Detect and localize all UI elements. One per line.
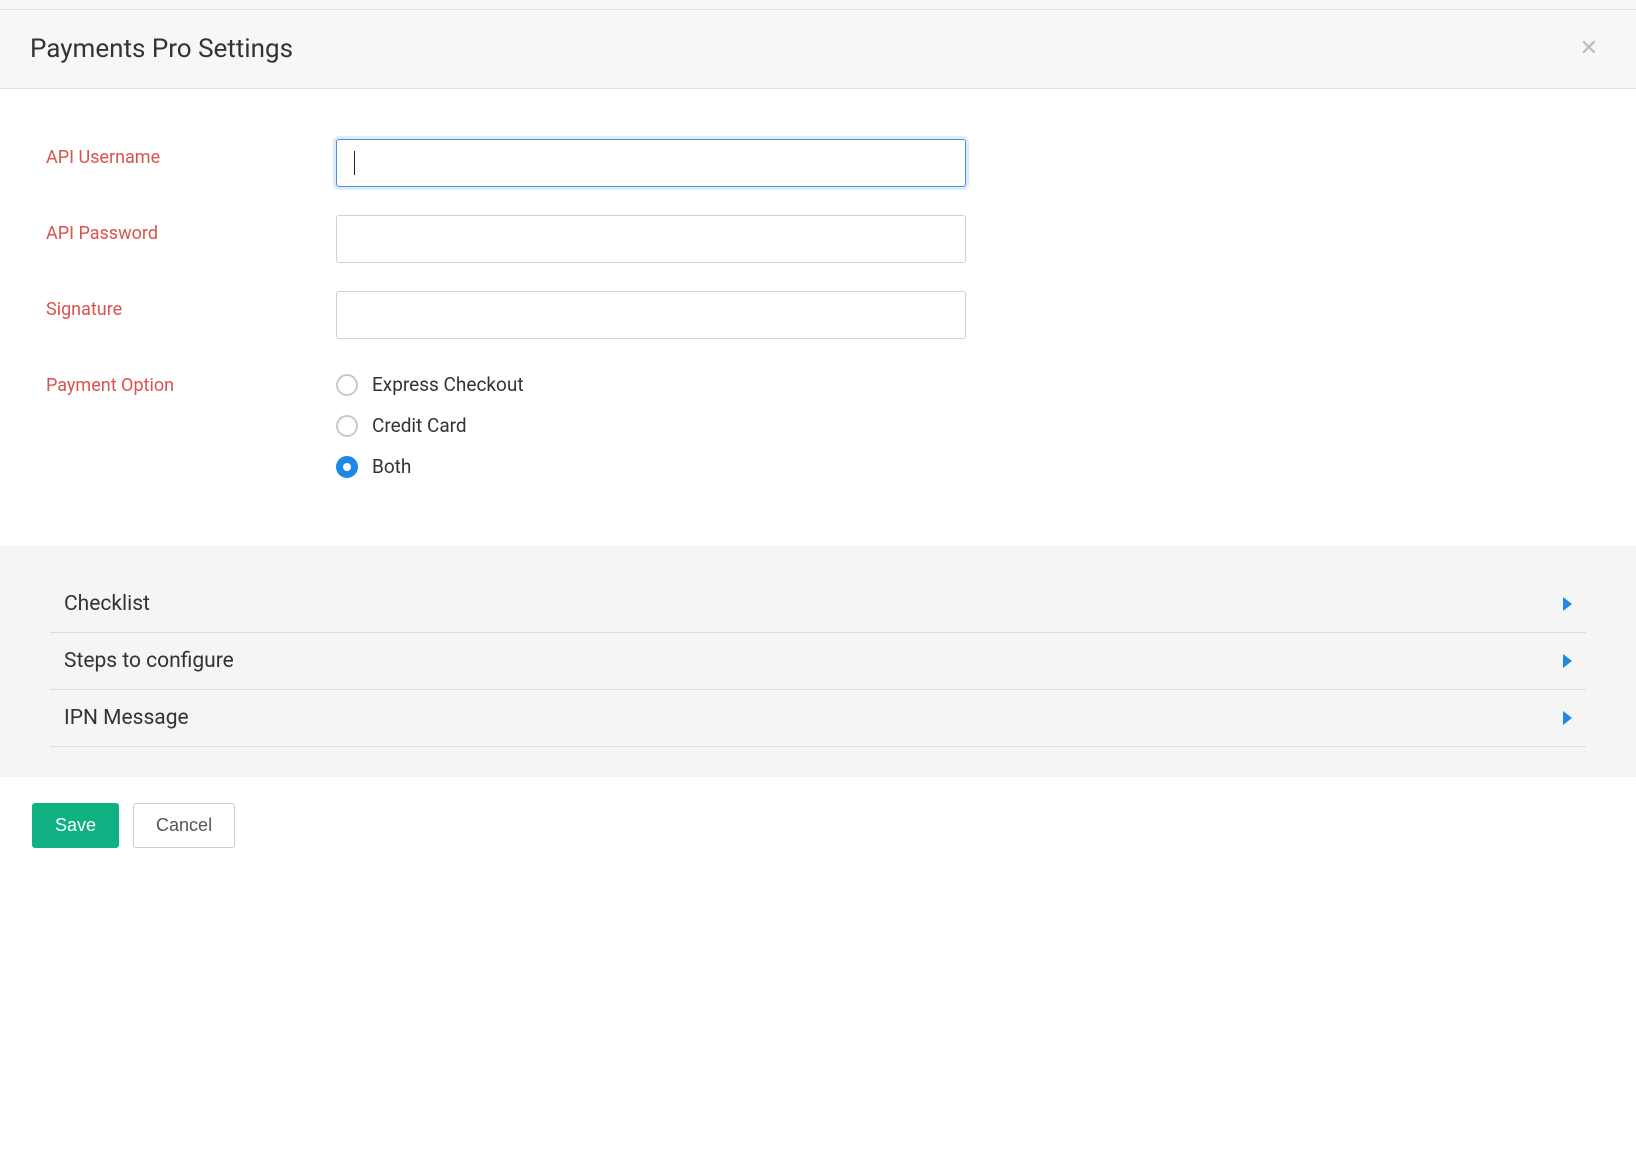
input-api-username[interactable] xyxy=(336,139,966,187)
window-top-stub xyxy=(0,0,1636,10)
accordion-section: Checklist Steps to configure IPN Message xyxy=(0,546,1636,777)
row-api-password: API Password xyxy=(46,215,1590,263)
accordion-title: Steps to configure xyxy=(64,649,234,673)
modal-header: Payments Pro Settings ✕ xyxy=(0,10,1636,89)
radio-label: Express Checkout xyxy=(372,373,524,396)
input-signature[interactable] xyxy=(336,291,966,339)
radio-credit-card[interactable]: Credit Card xyxy=(336,414,966,437)
chevron-right-icon xyxy=(1563,654,1572,668)
label-api-password: API Password xyxy=(46,215,336,244)
accordion-ipn-message[interactable]: IPN Message xyxy=(50,690,1586,747)
input-api-password[interactable] xyxy=(336,215,966,263)
text-cursor xyxy=(354,151,355,175)
radio-circle-icon xyxy=(336,374,358,396)
close-icon[interactable]: ✕ xyxy=(1572,34,1606,64)
label-signature: Signature xyxy=(46,291,336,320)
radio-label: Credit Card xyxy=(372,414,467,437)
accordion-title: Checklist xyxy=(64,592,150,616)
label-payment-option: Payment Option xyxy=(46,367,336,396)
row-payment-option: Payment Option Express Checkout Credit C… xyxy=(46,367,1590,478)
cancel-button[interactable]: Cancel xyxy=(133,803,235,848)
modal-title: Payments Pro Settings xyxy=(30,34,293,64)
label-api-username: API Username xyxy=(46,139,336,168)
accordion-checklist[interactable]: Checklist xyxy=(50,576,1586,633)
radio-circle-icon xyxy=(336,415,358,437)
radio-label: Both xyxy=(372,455,411,478)
radio-group-payment-option: Express Checkout Credit Card Both xyxy=(336,367,966,478)
accordion-steps-to-configure[interactable]: Steps to configure xyxy=(50,633,1586,690)
radio-both[interactable]: Both xyxy=(336,455,966,478)
modal-footer: Save Cancel xyxy=(0,777,1636,874)
accordion-title: IPN Message xyxy=(64,706,189,730)
radio-circle-icon xyxy=(336,456,358,478)
save-button[interactable]: Save xyxy=(32,803,119,848)
form-area: API Username API Password Signature Paym… xyxy=(0,89,1636,546)
chevron-right-icon xyxy=(1563,711,1572,725)
radio-express-checkout[interactable]: Express Checkout xyxy=(336,373,966,396)
row-api-username: API Username xyxy=(46,139,1590,187)
row-signature: Signature xyxy=(46,291,1590,339)
chevron-right-icon xyxy=(1563,597,1572,611)
